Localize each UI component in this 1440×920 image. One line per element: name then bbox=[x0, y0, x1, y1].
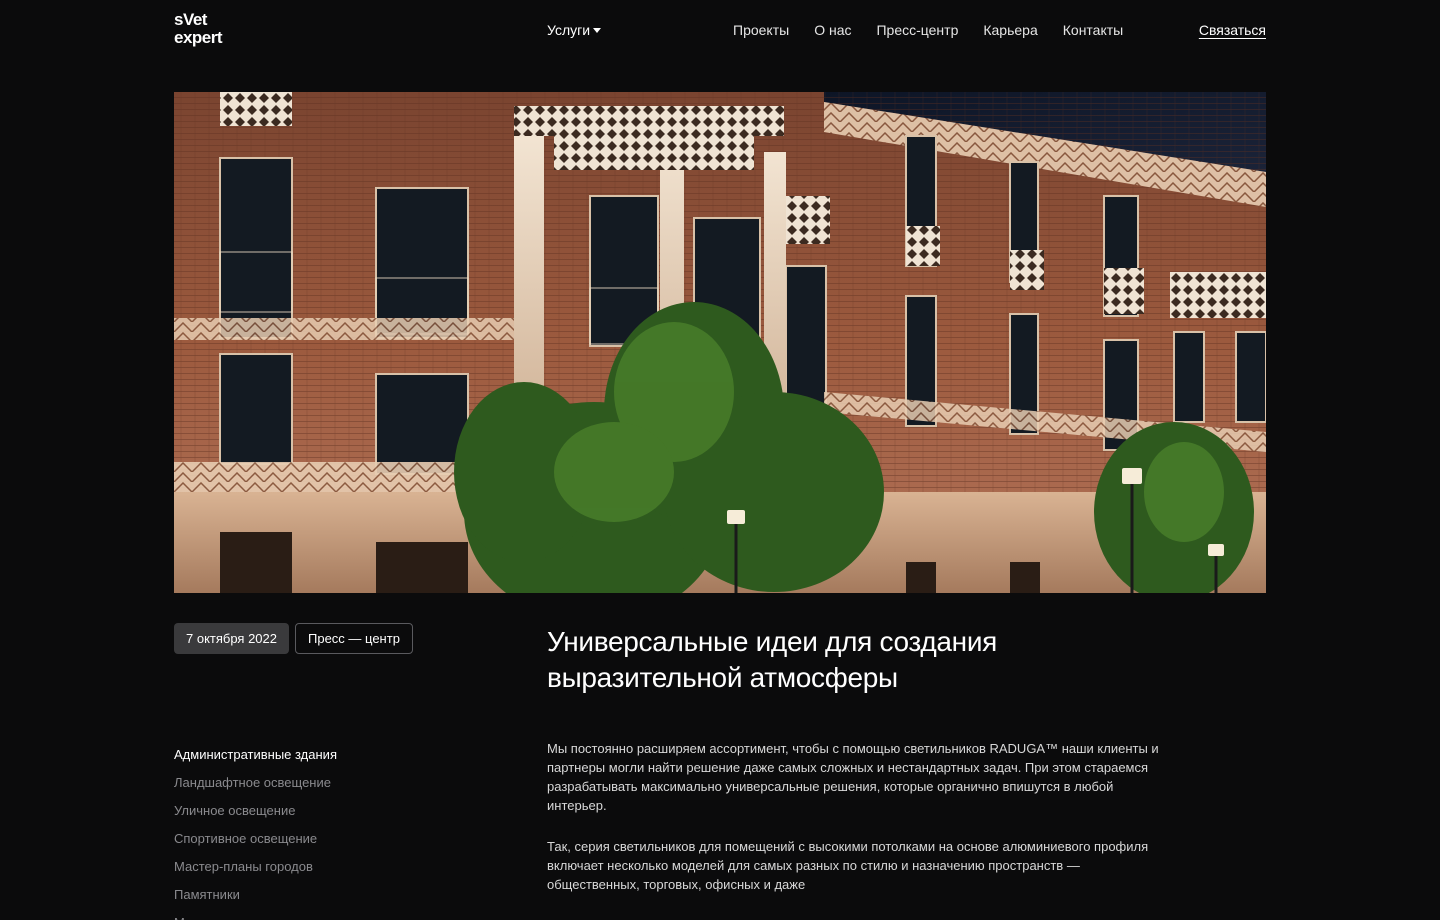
nav-services-label: Услуги bbox=[547, 22, 591, 38]
caret-down-icon bbox=[593, 28, 602, 33]
category-tag[interactable]: Пресс — центр bbox=[295, 623, 413, 654]
article-paragraph: Мы постоянно расширяем ассортимент, чтоб… bbox=[547, 741, 1159, 813]
nav-item-career[interactable]: Карьера bbox=[983, 22, 1037, 38]
nav-item-about[interactable]: О нас bbox=[814, 22, 851, 38]
sidebar-item-landscape[interactable]: Ландшафтное освещение bbox=[174, 769, 337, 797]
logo-line-2: expert bbox=[174, 28, 223, 47]
article-paragraph: Так, серия светильников для помещений с … bbox=[547, 839, 1149, 892]
sidebar-item-monuments[interactable]: Памятники bbox=[174, 881, 337, 909]
nav-item-press[interactable]: Пресс-центр bbox=[876, 22, 958, 38]
hero-building-illustration bbox=[174, 92, 1266, 593]
article-body: Мы постоянно расширяем ассортимент, чтоб… bbox=[547, 739, 1167, 916]
site-header: sVet expert Услуги Проекты О нас Пресс-ц… bbox=[0, 0, 1440, 62]
article-title: Универсальные идеи для создания выразите… bbox=[547, 626, 998, 693]
sidebar-item-masterplans[interactable]: Мастер-планы городов bbox=[174, 853, 337, 881]
logo-line-1: sVet bbox=[174, 10, 207, 29]
contact-link[interactable]: Связаться bbox=[1199, 22, 1266, 38]
sidebar-item-bridges[interactable]: Мосты bbox=[174, 909, 337, 920]
nav-item-contacts[interactable]: Контакты bbox=[1063, 22, 1123, 38]
sidebar-item-street[interactable]: Уличное освещение bbox=[174, 797, 337, 825]
nav-item-projects[interactable]: Проекты bbox=[733, 22, 789, 38]
date-badge: 7 октября 2022 bbox=[174, 623, 289, 654]
article-meta: 7 октября 2022 Пресс — центр bbox=[174, 623, 413, 654]
sidebar-item-sport[interactable]: Спортивное освещение bbox=[174, 825, 337, 853]
category-sidebar: Административные здания Ландшафтное осве… bbox=[174, 741, 337, 920]
hero-image bbox=[174, 92, 1266, 593]
nav-services-dropdown[interactable]: Услуги bbox=[547, 22, 602, 38]
sidebar-item-admin-buildings[interactable]: Административные здания bbox=[174, 741, 337, 769]
logo[interactable]: sVet expert bbox=[174, 11, 234, 51]
main-nav: Проекты О нас Пресс-центр Карьера Контак… bbox=[733, 22, 1148, 38]
